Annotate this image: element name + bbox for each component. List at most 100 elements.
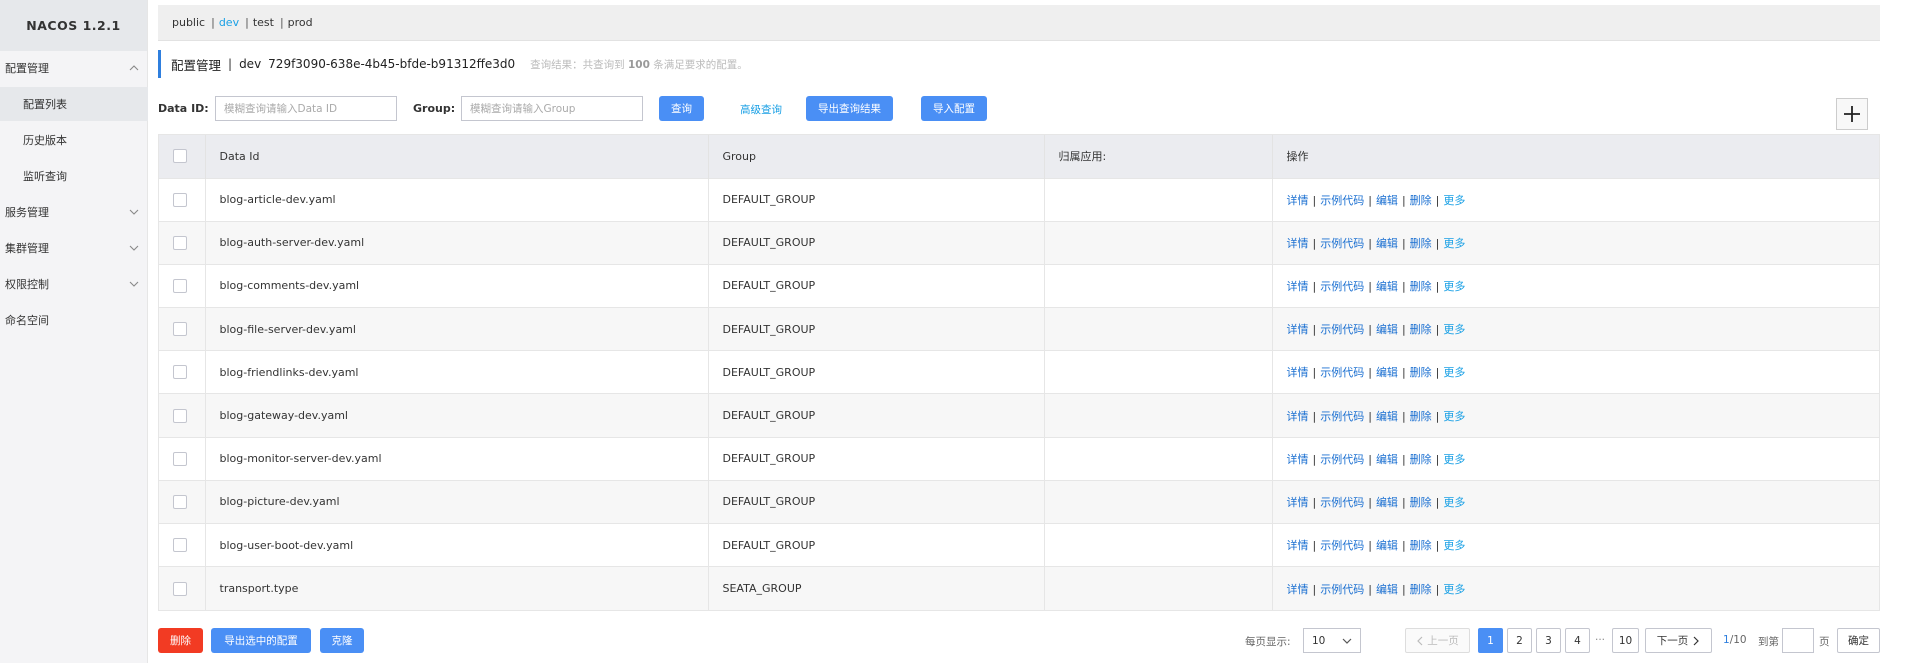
namespace-tab-dev[interactable]: dev — [219, 16, 239, 29]
next-page-button[interactable]: 下一页 — [1645, 628, 1712, 653]
op-detail-link[interactable]: 详情 — [1287, 583, 1309, 596]
cell-dataid: blog-auth-server-dev.yaml — [205, 220, 709, 265]
advanced-query-link[interactable]: 高级查询 — [740, 102, 782, 117]
query-button[interactable]: 查询 — [659, 96, 704, 121]
op-more-link[interactable]: 更多 — [1443, 366, 1465, 379]
op-more-link[interactable]: 更多 — [1443, 539, 1465, 552]
row-select-cell — [159, 393, 206, 438]
namespace-tab-public[interactable]: public — [172, 16, 205, 29]
op-detail-link[interactable]: 详情 — [1287, 410, 1309, 423]
row-checkbox[interactable] — [173, 408, 187, 423]
op-delete-link[interactable]: 删除 — [1410, 496, 1432, 509]
op-sample-link[interactable]: 示例代码 — [1320, 323, 1364, 336]
namespace-tab-prod[interactable]: prod — [288, 16, 313, 29]
op-edit-link[interactable]: 编辑 — [1376, 366, 1398, 379]
row-checkbox[interactable] — [173, 538, 187, 553]
page-size-select[interactable]: 10 — [1303, 628, 1361, 653]
row-checkbox[interactable] — [173, 192, 187, 207]
op-sample-link[interactable]: 示例代码 — [1320, 583, 1364, 596]
op-detail-link[interactable]: 详情 — [1287, 453, 1309, 466]
sidebar-item-0[interactable]: 配置管理 — [0, 51, 148, 85]
export-selected-button[interactable]: 导出选中的配置 — [211, 628, 311, 653]
op-detail-link[interactable]: 详情 — [1287, 496, 1309, 509]
page-10-button[interactable]: 10 — [1612, 628, 1639, 653]
op-edit-link[interactable]: 编辑 — [1376, 583, 1398, 596]
op-separator: | — [1435, 539, 1440, 553]
op-sample-link[interactable]: 示例代码 — [1320, 280, 1364, 293]
op-separator: | — [1401, 539, 1406, 553]
op-detail-link[interactable]: 详情 — [1287, 280, 1309, 293]
select-all-checkbox[interactable] — [173, 149, 187, 164]
op-more-link[interactable]: 更多 — [1443, 194, 1465, 207]
op-edit-link[interactable]: 编辑 — [1376, 496, 1398, 509]
add-config-button[interactable] — [1836, 98, 1868, 130]
page-1-button[interactable]: 1 — [1478, 628, 1503, 653]
goto-confirm-button[interactable]: 确定 — [1837, 628, 1880, 653]
op-detail-link[interactable]: 详情 — [1287, 237, 1309, 250]
op-sample-link[interactable]: 示例代码 — [1320, 366, 1364, 379]
op-detail-link[interactable]: 详情 — [1287, 194, 1309, 207]
op-more-link[interactable]: 更多 — [1443, 496, 1465, 509]
batch-delete-button[interactable]: 删除 — [158, 628, 203, 653]
group-search-input[interactable] — [461, 96, 643, 121]
page-4-button[interactable]: 4 — [1565, 628, 1590, 653]
op-detail-link[interactable]: 详情 — [1287, 539, 1309, 552]
import-config-button[interactable]: 导入配置 — [921, 96, 987, 121]
op-edit-link[interactable]: 编辑 — [1376, 237, 1398, 250]
op-sample-link[interactable]: 示例代码 — [1320, 410, 1364, 423]
op-more-link[interactable]: 更多 — [1443, 280, 1465, 293]
chevron-right-icon — [1693, 636, 1700, 645]
op-more-link[interactable]: 更多 — [1443, 237, 1465, 250]
op-more-link[interactable]: 更多 — [1443, 323, 1465, 336]
row-checkbox[interactable] — [173, 581, 187, 596]
op-edit-link[interactable]: 编辑 — [1376, 194, 1398, 207]
op-delete-link[interactable]: 删除 — [1410, 280, 1432, 293]
sidebar-item-5[interactable]: 集群管理 — [0, 231, 148, 265]
export-results-button[interactable]: 导出查询结果 — [806, 96, 893, 121]
op-delete-link[interactable]: 删除 — [1410, 237, 1432, 250]
op-sample-link[interactable]: 示例代码 — [1320, 539, 1364, 552]
op-delete-link[interactable]: 删除 — [1410, 323, 1432, 336]
op-edit-link[interactable]: 编辑 — [1376, 323, 1398, 336]
op-delete-link[interactable]: 删除 — [1410, 410, 1432, 423]
clone-button[interactable]: 克隆 — [320, 628, 364, 653]
page-3-button[interactable]: 3 — [1536, 628, 1561, 653]
namespace-tab-test[interactable]: test — [253, 16, 274, 29]
page-2-button[interactable]: 2 — [1507, 628, 1532, 653]
row-checkbox[interactable] — [173, 365, 187, 380]
op-sample-link[interactable]: 示例代码 — [1320, 496, 1364, 509]
row-checkbox[interactable] — [173, 235, 187, 250]
sidebar-item-7[interactable]: 命名空间 — [0, 303, 148, 337]
op-more-link[interactable]: 更多 — [1443, 410, 1465, 423]
op-delete-link[interactable]: 删除 — [1410, 583, 1432, 596]
op-more-link[interactable]: 更多 — [1443, 583, 1465, 596]
sidebar-item-4[interactable]: 服务管理 — [0, 195, 148, 229]
op-edit-link[interactable]: 编辑 — [1376, 453, 1398, 466]
op-edit-link[interactable]: 编辑 — [1376, 539, 1398, 552]
op-delete-link[interactable]: 删除 — [1410, 453, 1432, 466]
sidebar-item-2[interactable]: 历史版本 — [0, 123, 148, 157]
goto-page-input[interactable] — [1782, 628, 1814, 653]
row-checkbox[interactable] — [173, 322, 187, 337]
op-sample-link[interactable]: 示例代码 — [1320, 237, 1364, 250]
op-more-link[interactable]: 更多 — [1443, 453, 1465, 466]
sidebar-item-label: 监听查询 — [23, 170, 67, 183]
op-delete-link[interactable]: 删除 — [1410, 539, 1432, 552]
op-detail-link[interactable]: 详情 — [1287, 366, 1309, 379]
row-checkbox[interactable] — [173, 278, 187, 293]
row-checkbox[interactable] — [173, 451, 187, 466]
op-delete-link[interactable]: 删除 — [1410, 194, 1432, 207]
op-edit-link[interactable]: 编辑 — [1376, 410, 1398, 423]
total-pages: /10 — [1729, 634, 1747, 646]
op-sample-link[interactable]: 示例代码 — [1320, 453, 1364, 466]
row-checkbox[interactable] — [173, 494, 187, 509]
sidebar-item-1[interactable]: 配置列表 — [0, 87, 148, 121]
op-sample-link[interactable]: 示例代码 — [1320, 194, 1364, 207]
sidebar-item-3[interactable]: 监听查询 — [0, 159, 148, 193]
op-edit-link[interactable]: 编辑 — [1376, 280, 1398, 293]
op-detail-link[interactable]: 详情 — [1287, 323, 1309, 336]
sidebar-item-6[interactable]: 权限控制 — [0, 267, 148, 301]
dataid-search-input[interactable] — [215, 96, 397, 121]
op-delete-link[interactable]: 删除 — [1410, 366, 1432, 379]
prev-page-button[interactable]: 上一页 — [1405, 628, 1470, 653]
